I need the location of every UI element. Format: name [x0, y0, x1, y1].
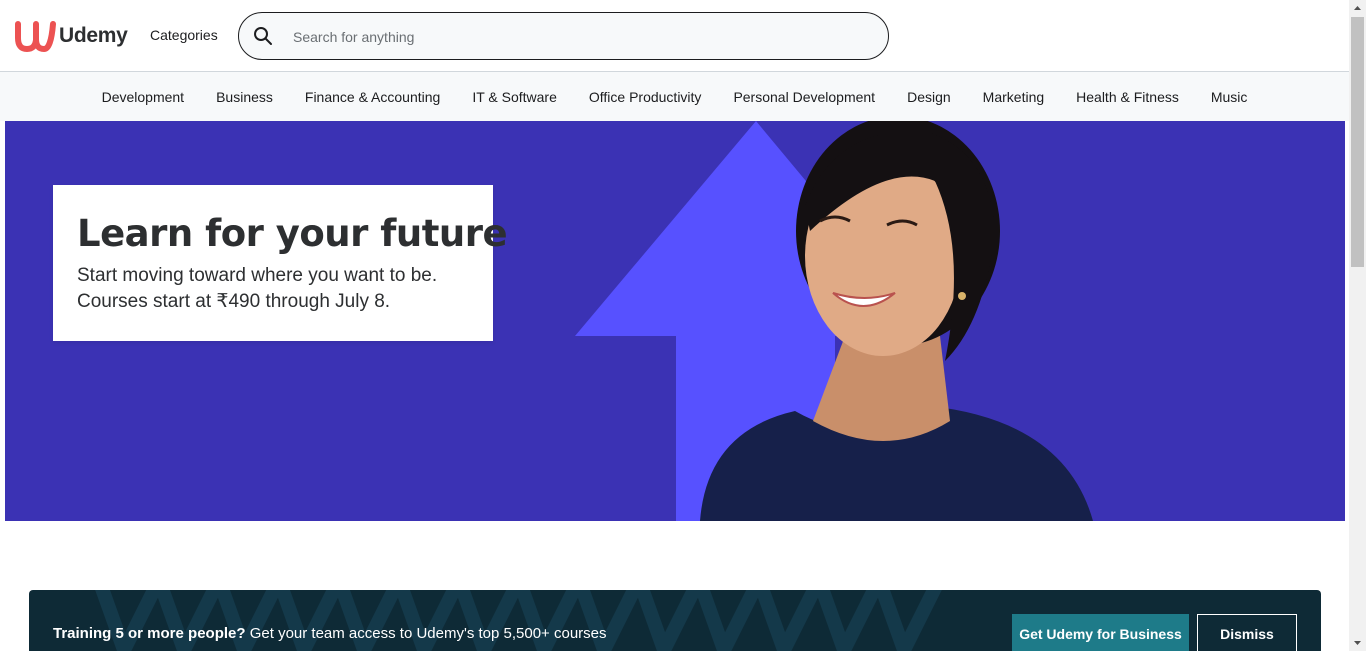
hero-title: Learn for your future	[77, 212, 508, 255]
category-nav: Development Business Finance & Accountin…	[0, 72, 1349, 121]
dismiss-button[interactable]: Dismiss	[1197, 614, 1297, 651]
get-udemy-for-business-button[interactable]: Get Udemy for Business	[1012, 614, 1189, 651]
hero-subtitle-line2: Courses start at ₹490 through July 8.	[77, 291, 391, 312]
logo-text: Udemy	[59, 24, 128, 47]
nav-item-health-fitness[interactable]: Health & Fitness	[1076, 89, 1179, 105]
search-input[interactable]	[291, 13, 875, 61]
hero-subtitle: Start moving toward where you want to be…	[77, 263, 469, 315]
hero-banner: Learn for your future Start moving towar…	[5, 121, 1345, 521]
scroll-down-arrow-icon[interactable]	[1349, 634, 1366, 651]
nav-item-music[interactable]: Music	[1211, 89, 1248, 105]
nav-item-it-software[interactable]: IT & Software	[472, 89, 557, 105]
header: Udemy Categories	[0, 0, 1349, 72]
nav-item-business[interactable]: Business	[216, 89, 273, 105]
scrollbar-thumb[interactable]	[1351, 17, 1364, 267]
search-icon[interactable]	[253, 26, 273, 46]
search-bar[interactable]	[238, 12, 889, 61]
hero-subtitle-line1: Start moving toward where you want to be…	[77, 265, 438, 286]
banner-text: Training 5 or more people? Get your team…	[53, 625, 607, 642]
category-nav-list: Development Business Finance & Accountin…	[0, 72, 1349, 121]
scroll-up-arrow-icon[interactable]	[1349, 0, 1366, 17]
banner-body-text: Get your team access to Udemy's top 5,50…	[249, 625, 607, 642]
udemy-logo-icon	[15, 21, 56, 53]
nav-item-development[interactable]: Development	[102, 89, 185, 105]
nav-item-office-productivity[interactable]: Office Productivity	[589, 89, 702, 105]
business-banner: Training 5 or more people? Get your team…	[29, 590, 1321, 651]
page: Udemy Categories Development Business Fi…	[0, 0, 1349, 651]
hero-text-card: Learn for your future Start moving towar…	[53, 185, 508, 341]
udemy-logo[interactable]: Udemy	[14, 18, 128, 54]
nav-item-personal-development[interactable]: Personal Development	[733, 89, 875, 105]
nav-item-design[interactable]: Design	[907, 89, 951, 105]
categories-menu[interactable]: Categories	[150, 27, 218, 43]
nav-item-finance-accounting[interactable]: Finance & Accounting	[305, 89, 440, 105]
vertical-scrollbar[interactable]	[1349, 0, 1366, 651]
banner-bold-text: Training 5 or more people?	[53, 625, 246, 642]
nav-item-marketing[interactable]: Marketing	[983, 89, 1044, 105]
